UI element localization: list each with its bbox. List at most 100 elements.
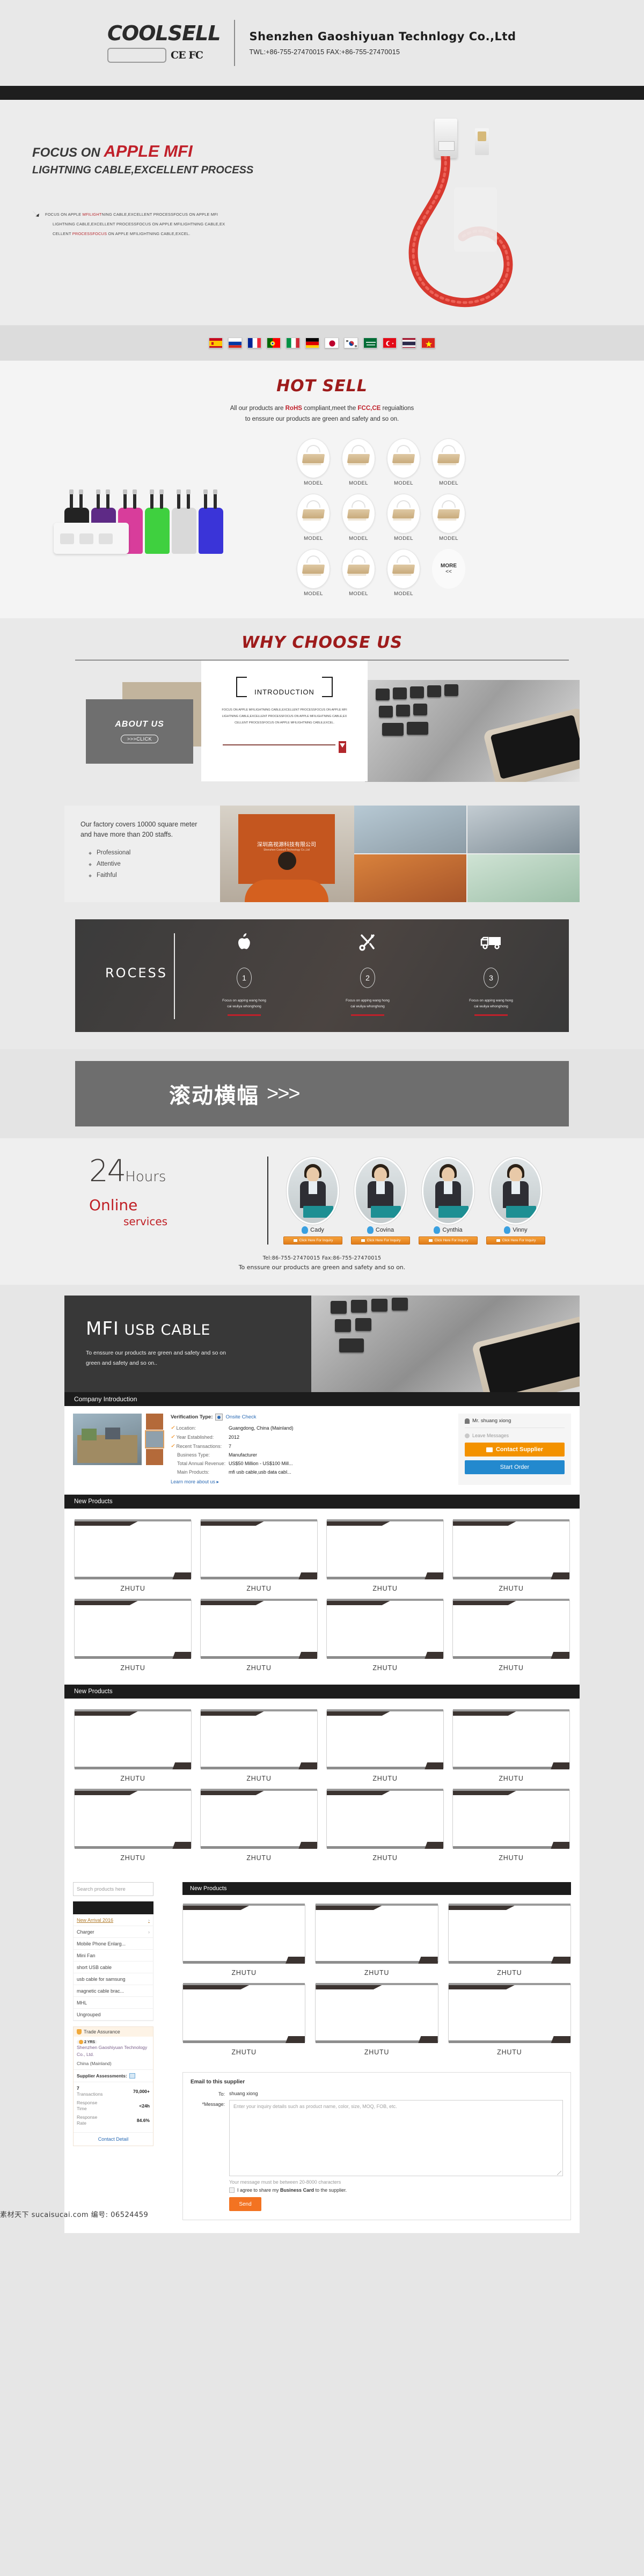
usb-plug-icon [435, 119, 457, 158]
inquiry-button[interactable]: Click Here For Inquiry [419, 1236, 478, 1245]
contact-supplier-label: Contact Supplier [495, 1446, 543, 1453]
more-button[interactable]: MORE << [432, 549, 465, 589]
model-cell[interactable]: MODEL [295, 549, 332, 597]
sidebar-item-mini-fan[interactable]: Mini Fan [74, 1950, 153, 1962]
leave-messages-link[interactable]: Leave Messages [465, 1433, 565, 1438]
model-cell[interactable]: MODEL [385, 549, 422, 597]
office-thumb[interactable] [146, 1414, 163, 1430]
product-image-frame [315, 1904, 438, 1964]
sidebar-item-charger[interactable]: Charger › [74, 1926, 153, 1938]
model-cell[interactable]: MODEL [385, 494, 422, 541]
product-card[interactable]: ZHUTU [452, 1789, 570, 1862]
model-cell[interactable]: MODEL [295, 494, 332, 541]
product-card[interactable]: ZHUTU [182, 1904, 306, 1977]
product-card[interactable]: ZHUTU [74, 1599, 192, 1672]
model-cell[interactable]: MODEL [295, 438, 332, 486]
info-label: Total Annual Revenue: [177, 1461, 226, 1466]
model-label: MODEL [439, 480, 458, 486]
resize-grip-icon[interactable] [557, 2171, 561, 2175]
product-card[interactable]: ZHUTU [452, 1709, 570, 1782]
product-card[interactable]: ZHUTU [200, 1519, 318, 1592]
product-card[interactable]: ZHUTU [326, 1599, 444, 1672]
model-cell[interactable]: MODEL [340, 438, 377, 486]
product-card[interactable]: ZHUTU [315, 1904, 438, 1977]
product-card[interactable]: ZHUTU [326, 1519, 444, 1592]
product-card[interactable]: ZHUTU [74, 1519, 192, 1592]
model-cell[interactable]: MODEL [430, 438, 467, 486]
flag-italy[interactable] [286, 338, 300, 348]
send-button[interactable]: Send [229, 2197, 261, 2211]
flag-germany[interactable] [305, 338, 319, 348]
sidebar-item-new-arrival[interactable]: New Arrival 2016 › [74, 1914, 153, 1926]
product-card[interactable]: ZHUTU [452, 1519, 570, 1592]
product-image-frame [200, 1519, 318, 1579]
inquiry-button[interactable]: Click Here For Inquiry [486, 1236, 545, 1245]
model-cell[interactable]: MODEL [340, 549, 377, 597]
trademanager-icon[interactable] [434, 1226, 441, 1234]
flag-russia[interactable] [228, 338, 242, 348]
about-click-button[interactable]: >>>CLICK [120, 735, 159, 743]
flag-saudi-arabia[interactable] [363, 338, 377, 348]
flag-france[interactable] [247, 338, 261, 348]
info-value: 2012 [229, 1434, 240, 1440]
product-card[interactable]: ZHUTU [200, 1789, 318, 1862]
brand-logo-block[interactable]: COOLSELL CE FC [107, 23, 221, 63]
product-card[interactable]: ZHUTU [200, 1709, 318, 1782]
product-card[interactable]: ZHUTU [448, 1983, 571, 2056]
model-thumb-icon [342, 494, 375, 533]
message-textarea[interactable]: Enter your inquiry details such as produ… [229, 2100, 563, 2176]
factory-bullet: Faithful [89, 872, 209, 879]
sidebar-item-short-usb-cable[interactable]: short USB cable [74, 1962, 153, 1973]
contact-supplier-button[interactable]: Contact Supplier [465, 1443, 565, 1457]
start-order-button[interactable]: Start Order [465, 1460, 565, 1474]
more-models-cell[interactable]: MORE << [430, 549, 467, 597]
product-card[interactable]: ZHUTU [448, 1904, 571, 1977]
laptop-phone-photo [365, 680, 580, 782]
sidebar-item-ungrouped[interactable]: Ungrouped [74, 2009, 153, 2021]
flag-vietnam[interactable] [421, 338, 435, 348]
inquiry-button[interactable]: Click Here For Inquiry [283, 1236, 342, 1245]
office-thumb-selected[interactable] [145, 1430, 164, 1448]
trademanager-icon[interactable] [504, 1226, 511, 1234]
office-thumb[interactable] [146, 1449, 163, 1465]
flag-turkey[interactable] [383, 338, 397, 348]
product-card[interactable]: ZHUTU [326, 1789, 444, 1862]
model-cell[interactable]: MODEL [430, 494, 467, 541]
model-cell[interactable]: MODEL [340, 494, 377, 541]
product-card[interactable]: ZHUTU [200, 1599, 318, 1672]
agree-checkbox[interactable] [229, 2187, 235, 2193]
sidebar-item-mobile-phone-enlarger[interactable]: Mobile Phone Enlarg... [74, 1938, 153, 1950]
product-card[interactable]: ZHUTU [326, 1709, 444, 1782]
scroll-banner[interactable]: 滚动横幅 >>> [75, 1061, 569, 1126]
learn-more-link[interactable]: Learn more about us ▸ [171, 1479, 452, 1485]
leave-messages-label: Leave Messages [472, 1433, 509, 1438]
flag-portugal[interactable] [267, 338, 281, 348]
sidebar-item-magnetic-cable-bracket[interactable]: magnetic cable brac... [74, 1985, 153, 1997]
trademanager-icon[interactable] [302, 1226, 309, 1234]
sidebar-item-mhl[interactable]: MHL [74, 1997, 153, 2009]
sidebar-item-usb-cable-samsung[interactable]: usb cable for samsung [74, 1973, 153, 1985]
email-supplier-form: Email to this supplier To: shuang xiong … [182, 2072, 571, 2220]
search-input[interactable]: Search products here [73, 1882, 153, 1896]
staff-name-row: Cady [283, 1226, 342, 1234]
inquiry-button[interactable]: Click Here For Inquiry [351, 1236, 410, 1245]
mfi-title: MFI USB CABLE [86, 1318, 311, 1340]
verification-type-value[interactable]: Onsite Check [225, 1414, 256, 1420]
product-card[interactable]: ZHUTU [315, 1983, 438, 2056]
supplier-name[interactable]: Shenzhen Gaoshiyuan Technology Co., Ltd. [77, 2044, 150, 2058]
more-arrow-icon: << [445, 569, 452, 575]
flag-thailand[interactable] [402, 338, 416, 348]
about-us-card[interactable]: ABOUT US >>>CLICK [86, 699, 193, 764]
model-label: MODEL [439, 536, 458, 541]
product-card[interactable]: ZHUTU [452, 1599, 570, 1672]
flag-japan[interactable] [325, 338, 339, 348]
trademanager-icon[interactable] [367, 1226, 374, 1234]
product-card[interactable]: ZHUTU [74, 1709, 192, 1782]
flag-south-korea[interactable] [344, 338, 358, 348]
product-card[interactable]: ZHUTU [182, 1983, 306, 2056]
product-card[interactable]: ZHUTU [74, 1789, 192, 1862]
info-label: Year Established: [176, 1434, 214, 1440]
contact-detail-link[interactable]: Contact Detail [74, 2132, 153, 2146]
model-cell[interactable]: MODEL [385, 438, 422, 486]
flag-spain[interactable] [209, 338, 223, 348]
